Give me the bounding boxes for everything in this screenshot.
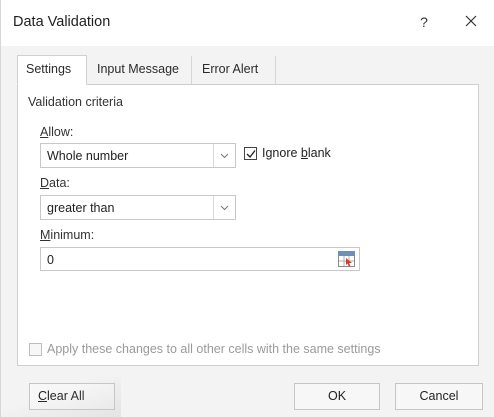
clear-all-button[interactable]: Clear All [29,383,115,410]
ignore-blank-checkbox[interactable] [244,147,257,160]
minimum-value: 0 [47,253,54,267]
allow-label: Allow: [40,125,74,139]
allow-dropdown-button[interactable] [213,144,235,167]
data-label: Data: [40,176,70,190]
data-dropdown-button[interactable] [213,196,235,219]
close-icon [465,15,477,27]
close-button[interactable] [460,10,482,32]
ok-button[interactable]: OK [294,383,380,410]
data-dropdown[interactable]: greater than [40,195,236,220]
allow-value: Whole number [47,149,129,163]
tab-error-alert[interactable]: Error Alert [194,56,276,84]
minimum-label: Minimum: [40,228,95,242]
tab-input-message-label: Input Message [97,62,179,76]
help-button[interactable]: ? [414,12,434,32]
allow-dropdown[interactable]: Whole number [40,143,236,168]
title-bar: Data Validation ? [1,0,494,46]
ok-label: OK [327,389,347,403]
checkmark-icon [246,150,256,158]
cancel-label: Cancel [419,389,459,403]
validation-criteria-heading: Validation criteria [28,95,123,109]
apply-to-all-checkbox[interactable] [29,343,42,356]
ignore-blank-label: Ignore blank [262,146,331,160]
tab-input-message[interactable]: Input Message [89,56,192,84]
cancel-button[interactable]: Cancel [395,383,483,410]
range-select-button[interactable] [338,251,355,267]
tab-settings[interactable]: Settings [17,55,87,85]
tab-error-alert-label: Error Alert [202,62,259,76]
tab-settings-label: Settings [26,62,72,76]
range-select-icon [338,251,355,267]
chevron-down-icon [220,205,229,211]
data-value: greater than [47,201,115,215]
minimum-input[interactable]: 0 [40,247,360,271]
dialog-title: Data Validation [13,14,111,30]
settings-panel: Validation criteria Allow: Whole number … [17,84,479,366]
tab-strip: Settings Input Message Error Alert [17,55,479,85]
allow-label-rest: llow: [48,125,74,139]
chevron-down-icon [220,153,229,159]
apply-to-all-label: Apply these changes to all other cells w… [47,342,381,356]
clear-all-label: Clear All [38,389,85,403]
data-validation-dialog: Data Validation ? Settings Input Message… [0,0,494,417]
